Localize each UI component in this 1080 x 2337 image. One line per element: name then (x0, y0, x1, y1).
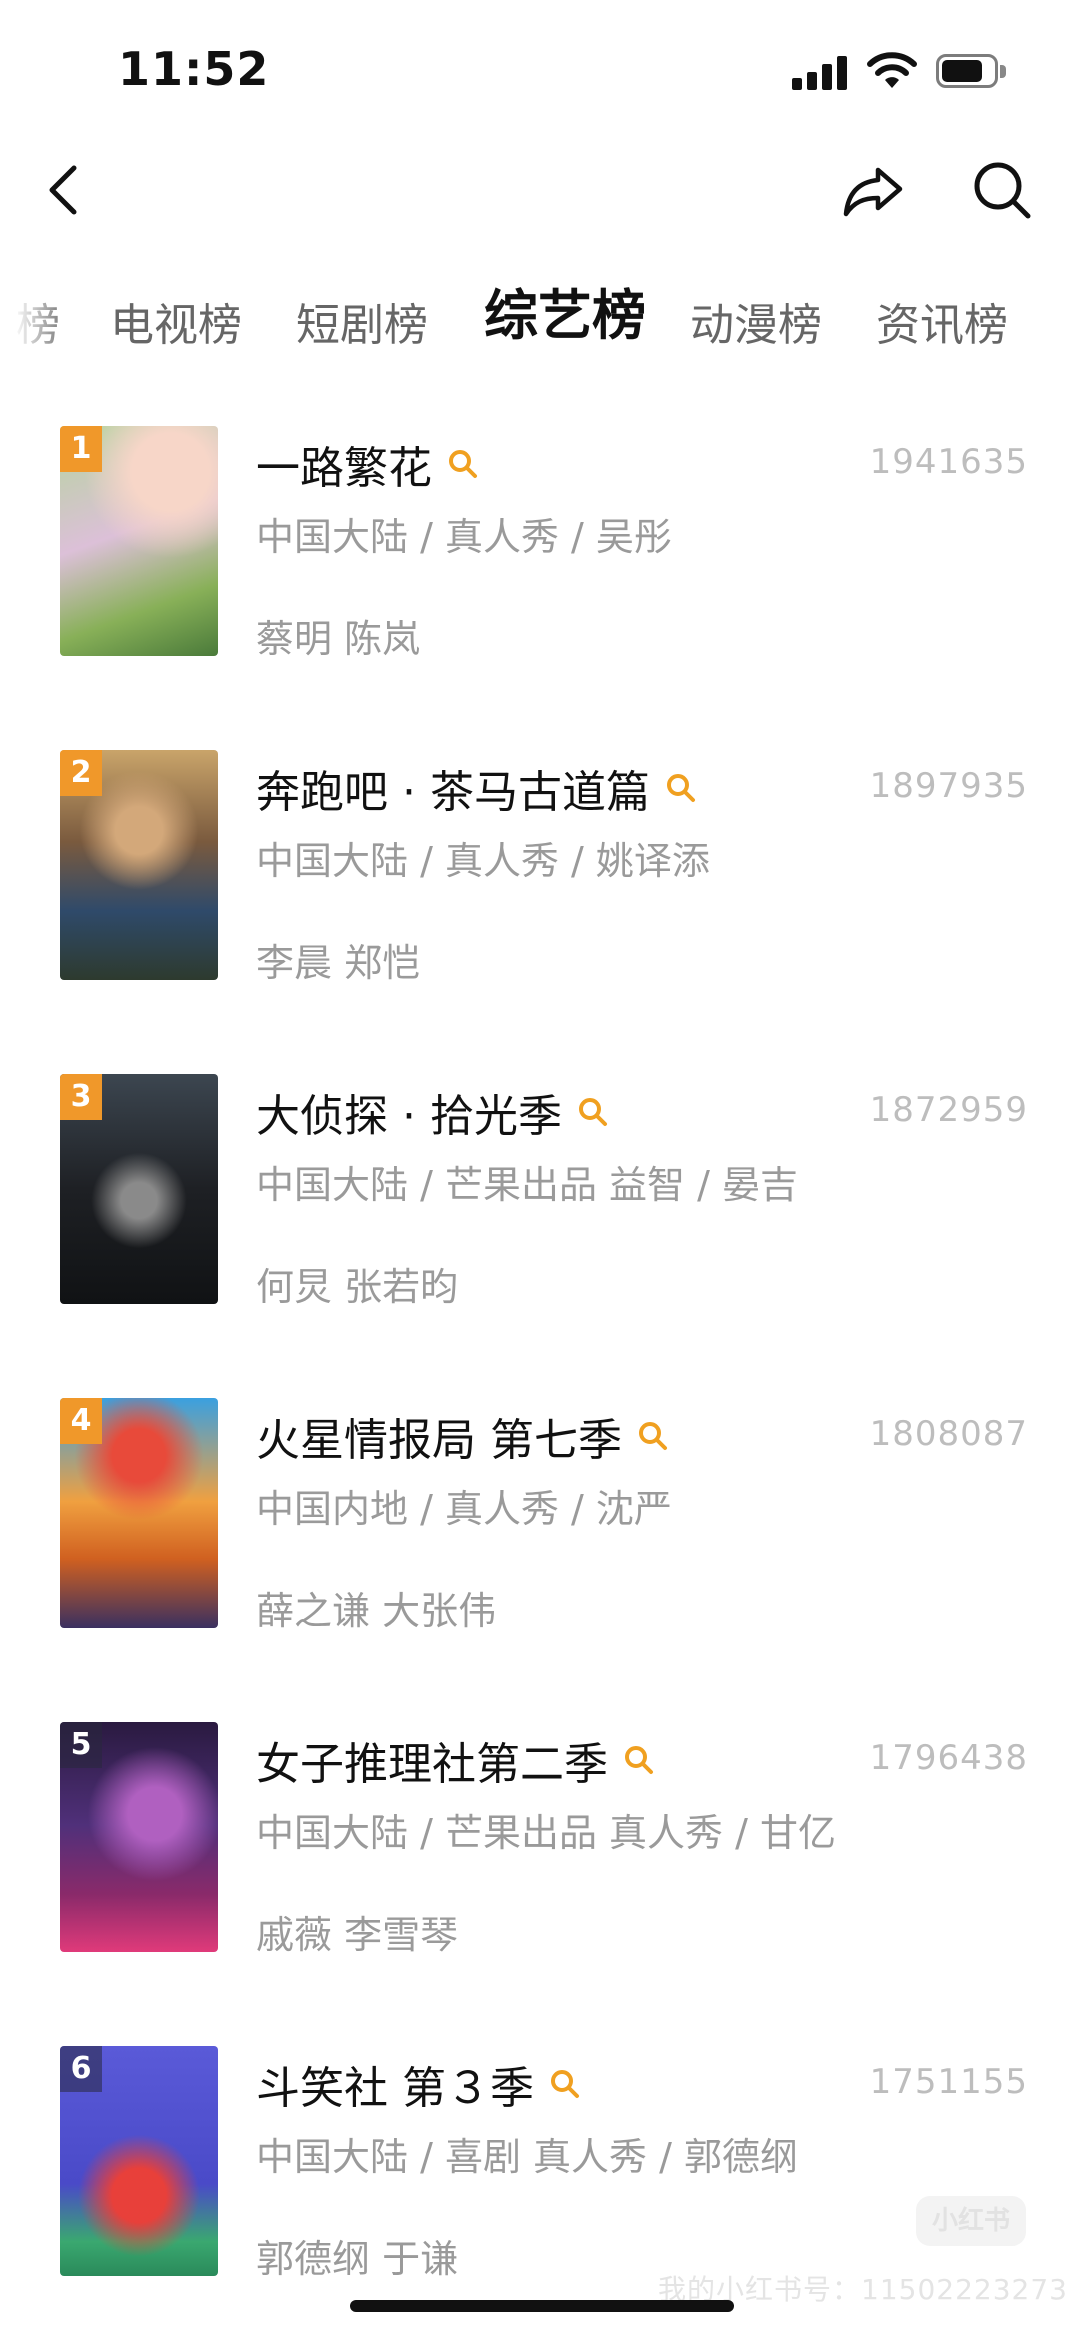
list-item[interactable]: 6 斗笑社 第３季 1751155 中国大陆 / 喜剧 真人秀 / 郭德纲 郭德… (0, 2044, 1080, 2284)
show-title[interactable]: 斗笑社 第３季 (256, 2063, 534, 2114)
poster-image[interactable]: 3 (60, 1074, 218, 1304)
rank-badge: 3 (60, 1074, 102, 1120)
show-title[interactable]: 一路繁花 (256, 443, 432, 494)
heat-score: 1897935 (869, 766, 1028, 806)
heat-score: 1796438 (869, 1738, 1028, 1778)
show-title[interactable]: 大侦探 · 拾光季 (256, 1091, 562, 1142)
show-cast: 蔡明 陈岚 (256, 617, 421, 661)
tab-anime-ranking[interactable]: 动漫榜 (690, 296, 822, 356)
search-icon[interactable] (548, 2067, 582, 2101)
battery-icon (936, 54, 1008, 90)
search-icon[interactable] (446, 447, 480, 481)
show-title[interactable]: 火星情报局 第七季 (256, 1415, 622, 1466)
show-title[interactable]: 奔跑吧 · 茶马古道篇 (256, 767, 650, 818)
list-item[interactable]: 2 奔跑吧 · 茶马古道篇 1897935 中国大陆 / 真人秀 / 姚译添 李… (0, 748, 1080, 988)
rank-badge: 2 (60, 750, 102, 796)
search-icon[interactable] (636, 1419, 670, 1453)
watermark-logo: 小红书 (916, 2196, 1026, 2246)
wifi-icon (867, 52, 917, 88)
search-icon[interactable] (664, 771, 698, 805)
rank-badge: 1 (60, 426, 102, 472)
tabs-fade-right (1030, 280, 1080, 380)
nav-bar (0, 130, 1080, 250)
category-tabs: 榜 电视榜 短剧榜 综艺榜 动漫榜 资讯榜 (0, 280, 1080, 380)
share-icon[interactable] (838, 154, 910, 226)
rank-badge: 4 (60, 1398, 102, 1444)
back-arrow-icon[interactable] (40, 152, 88, 228)
poster-image[interactable]: 6 (60, 2046, 218, 2276)
heat-score: 1941635 (869, 442, 1028, 482)
home-indicator[interactable] (350, 2300, 734, 2312)
show-meta: 中国内地 / 真人秀 / 沈严 (256, 1487, 672, 1531)
rank-badge: 6 (60, 2046, 102, 2092)
show-meta: 中国大陆 / 真人秀 / 吴彤 (256, 515, 672, 559)
show-meta: 中国大陆 / 芒果出品 益智 / 晏吉 (256, 1163, 799, 1207)
list-item[interactable]: 4 火星情报局 第七季 1808087 中国内地 / 真人秀 / 沈严 薛之谦 … (0, 1396, 1080, 1636)
show-cast: 薛之谦 大张伟 (256, 1589, 497, 1633)
show-cast: 何炅 张若昀 (256, 1265, 459, 1309)
heat-score: 1808087 (869, 1414, 1028, 1454)
search-icon[interactable] (622, 1743, 656, 1777)
show-cast: 李晨 郑恺 (256, 941, 421, 985)
show-cast: 戚薇 李雪琴 (256, 1913, 459, 1957)
poster-image[interactable]: 5 (60, 1722, 218, 1952)
tab-tv-ranking[interactable]: 电视榜 (110, 296, 242, 356)
list-item[interactable]: 5 女子推理社第二季 1796438 中国大陆 / 芒果出品 真人秀 / 甘亿 … (0, 1720, 1080, 1960)
status-bar: 11:52 (0, 0, 1080, 130)
list-item[interactable]: 1 一路繁花 1941635 中国大陆 / 真人秀 / 吴彤 蔡明 陈岚 (0, 424, 1080, 664)
cellular-signal-icon (792, 54, 850, 90)
search-icon[interactable] (576, 1095, 610, 1129)
tab-short-drama-ranking[interactable]: 短剧榜 (296, 296, 428, 356)
heat-score: 1751155 (869, 2062, 1028, 2102)
rank-badge: 5 (60, 1722, 102, 1768)
tab-news-ranking[interactable]: 资讯榜 (876, 296, 1008, 356)
show-cast: 郭德纲 于谦 (256, 2237, 459, 2281)
list-item[interactable]: 3 大侦探 · 拾光季 1872959 中国大陆 / 芒果出品 益智 / 晏吉 … (0, 1072, 1080, 1312)
tab-variety-ranking[interactable]: 综艺榜 (484, 286, 646, 346)
tabs-fade-left (0, 280, 70, 380)
show-meta: 中国大陆 / 芒果出品 真人秀 / 甘亿 (256, 1811, 837, 1855)
search-icon[interactable] (966, 154, 1038, 226)
show-title[interactable]: 女子推理社第二季 (256, 1739, 608, 1790)
show-meta: 中国大陆 / 真人秀 / 姚译添 (256, 839, 710, 883)
status-time: 11:52 (118, 42, 270, 96)
poster-image[interactable]: 4 (60, 1398, 218, 1628)
show-meta: 中国大陆 / 喜剧 真人秀 / 郭德纲 (256, 2135, 799, 2179)
poster-image[interactable]: 2 (60, 750, 218, 980)
heat-score: 1872959 (869, 1090, 1028, 1130)
poster-image[interactable]: 1 (60, 426, 218, 656)
